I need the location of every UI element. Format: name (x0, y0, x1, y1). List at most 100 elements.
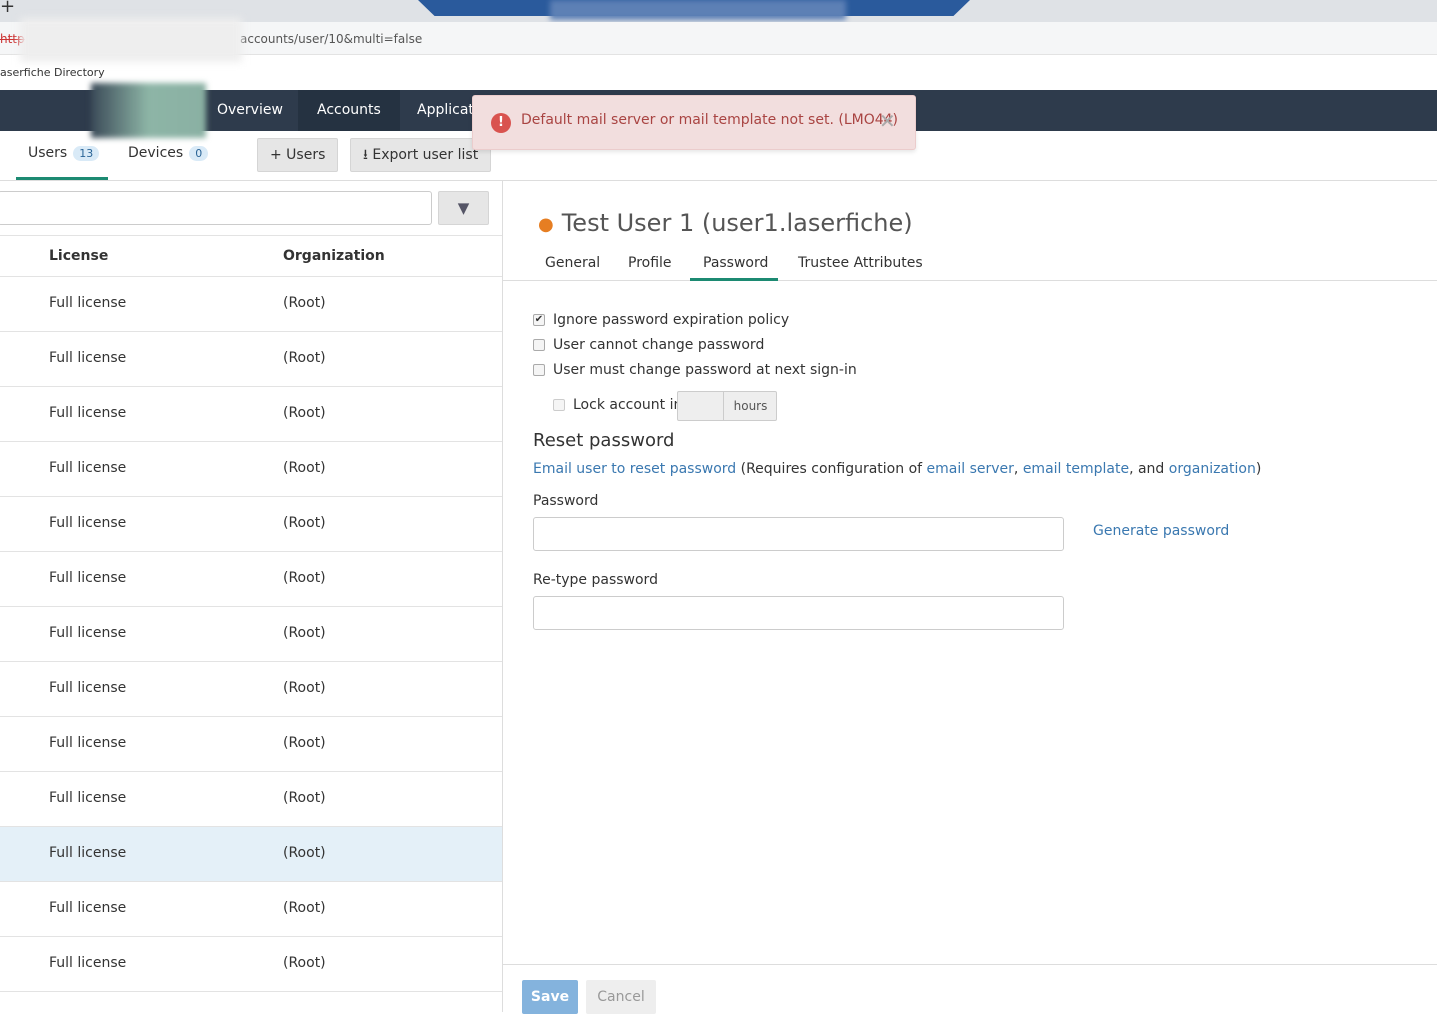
checkbox[interactable]: ✔ (533, 314, 545, 326)
license-cell: Full license (49, 625, 127, 641)
email-server-link[interactable]: email server (927, 461, 1014, 477)
organization-cell: (Root) (283, 735, 326, 751)
lock-hours-input[interactable]: hours (677, 391, 777, 421)
hours-addon: hours (723, 392, 777, 420)
license-cell: Full license (49, 735, 127, 751)
license-cell: Full license (49, 955, 127, 971)
user-list-panel: ▼ License Organization Full license (Root… (0, 181, 503, 1012)
license-cell: Full license (49, 570, 127, 586)
table-row[interactable]: Full license (Root) (0, 387, 502, 442)
organization-cell: (Root) (283, 295, 326, 311)
organization-cell: (Root) (283, 680, 326, 696)
tab-password[interactable]: Password (703, 255, 768, 271)
license-cell: Full license (49, 680, 127, 696)
organization-cell: (Root) (283, 570, 326, 586)
redacted-title (550, 0, 846, 20)
organization-link[interactable]: organization (1169, 461, 1256, 477)
license-cell: Full license (49, 845, 127, 861)
table-row[interactable]: Full license (Root) (0, 827, 502, 882)
organization-cell: (Root) (283, 405, 326, 421)
organization-cell: (Root) (283, 790, 326, 806)
search-input[interactable] (0, 191, 432, 225)
table-row[interactable]: Full license (Root) (0, 607, 502, 662)
license-cell: Full license (49, 460, 127, 476)
option-lock-account[interactable]: Lock account in (553, 397, 682, 413)
option-label: User cannot change password (553, 337, 765, 353)
status-dot-icon: ● (538, 213, 554, 235)
email-user-link[interactable]: Email user to reset password (533, 461, 736, 477)
table-row[interactable]: Full license (Root) (0, 717, 502, 772)
license-cell: Full license (49, 900, 127, 916)
table-row[interactable]: Full license (Root) (0, 277, 502, 332)
license-cell: Full license (49, 515, 127, 531)
table-row[interactable]: Full license (Root) (0, 662, 502, 717)
req-text: (Requires configuration of (740, 461, 927, 477)
table-row[interactable]: Full license (Root) (0, 552, 502, 607)
checkbox[interactable] (533, 364, 545, 376)
tab-devices-label: Devices (128, 145, 184, 161)
tab-profile[interactable]: Profile (628, 255, 672, 271)
generate-password-link[interactable]: Generate password (1093, 523, 1229, 539)
devices-count-badge: 0 (189, 146, 209, 161)
option-cannot-change[interactable]: User cannot change password (533, 337, 764, 353)
table-row[interactable]: Full license (Root) (0, 772, 502, 827)
error-icon: ! (491, 113, 511, 133)
tab-users[interactable]: Users 13 (28, 145, 100, 161)
password-input[interactable] (533, 517, 1064, 551)
option-label: Ignore password expiration policy (553, 312, 790, 328)
header-license[interactable]: License (49, 248, 108, 264)
new-tab-icon[interactable]: + (0, 0, 15, 17)
table-row[interactable]: Full license (Root) (0, 882, 502, 937)
reset-password-heading: Reset password (533, 430, 675, 451)
save-button[interactable]: Save (522, 980, 578, 1014)
email-template-link[interactable]: email template (1023, 461, 1129, 477)
nav-accounts[interactable]: Accounts (298, 90, 400, 131)
license-cell: Full license (49, 350, 127, 366)
error-toast: ! Default mail server or mail template n… (472, 95, 916, 150)
tab-divider (503, 280, 1437, 281)
filter-button[interactable]: ▼ (438, 191, 489, 225)
close-icon[interactable]: ✕ (879, 109, 896, 133)
organization-cell: (Root) (283, 515, 326, 531)
nav-overview[interactable]: Overview (198, 90, 302, 131)
url-text: accounts/user/10&multi=false (240, 32, 423, 46)
filter-icon: ▼ (457, 199, 470, 217)
tab-general[interactable]: General (545, 255, 600, 271)
password-label: Password (533, 493, 599, 509)
option-must-change[interactable]: User must change password at next sign-i… (533, 362, 857, 378)
sep: , and (1129, 461, 1169, 477)
tab-trustee-attributes[interactable]: Trustee Attributes (798, 255, 923, 271)
page-title: ● Test User 1 (user1.laserfiche) (538, 209, 913, 237)
option-label: Lock account in (573, 397, 683, 413)
user-title: Test User 1 (user1.laserfiche) (561, 209, 913, 237)
table-row[interactable]: Full license (Root) (0, 442, 502, 497)
table-header: License Organization (0, 235, 502, 277)
table-row[interactable]: Full license (Root) (0, 497, 502, 552)
tab-devices[interactable]: Devices 0 (128, 145, 209, 161)
table-row[interactable]: Full license (Root) (0, 937, 502, 992)
organization-cell: (Root) (283, 350, 326, 366)
checkbox[interactable] (553, 399, 565, 411)
toast-message: Default mail server or mail template not… (521, 112, 898, 128)
option-ignore-expiration[interactable]: ✔ Ignore password expiration policy (533, 312, 789, 328)
header-organization[interactable]: Organization (283, 248, 385, 264)
checkbox[interactable] (533, 339, 545, 351)
sep: , (1013, 461, 1023, 477)
retype-password-label: Re-type password (533, 572, 658, 588)
license-cell: Full license (49, 790, 127, 806)
option-label: User must change password at next sign-i… (553, 362, 857, 378)
table-row[interactable]: Full license (Root) (0, 332, 502, 387)
organization-cell: (Root) (283, 460, 326, 476)
organization-cell: (Root) (283, 845, 326, 861)
cancel-button[interactable]: Cancel (586, 980, 656, 1014)
redacted-host (20, 18, 242, 62)
tab-users-label: Users (28, 145, 68, 161)
export-user-list-button[interactable]: ⭳ Export user list (350, 138, 492, 172)
footer: Save Cancel (503, 964, 1437, 1014)
license-cell: Full license (49, 295, 127, 311)
organization-cell: (Root) (283, 955, 326, 971)
active-tab-underline (690, 278, 778, 281)
bookmark-item[interactable]: aserfiche Directory (0, 66, 105, 79)
add-users-button[interactable]: + Users (257, 138, 339, 172)
retype-password-input[interactable] (533, 596, 1064, 630)
